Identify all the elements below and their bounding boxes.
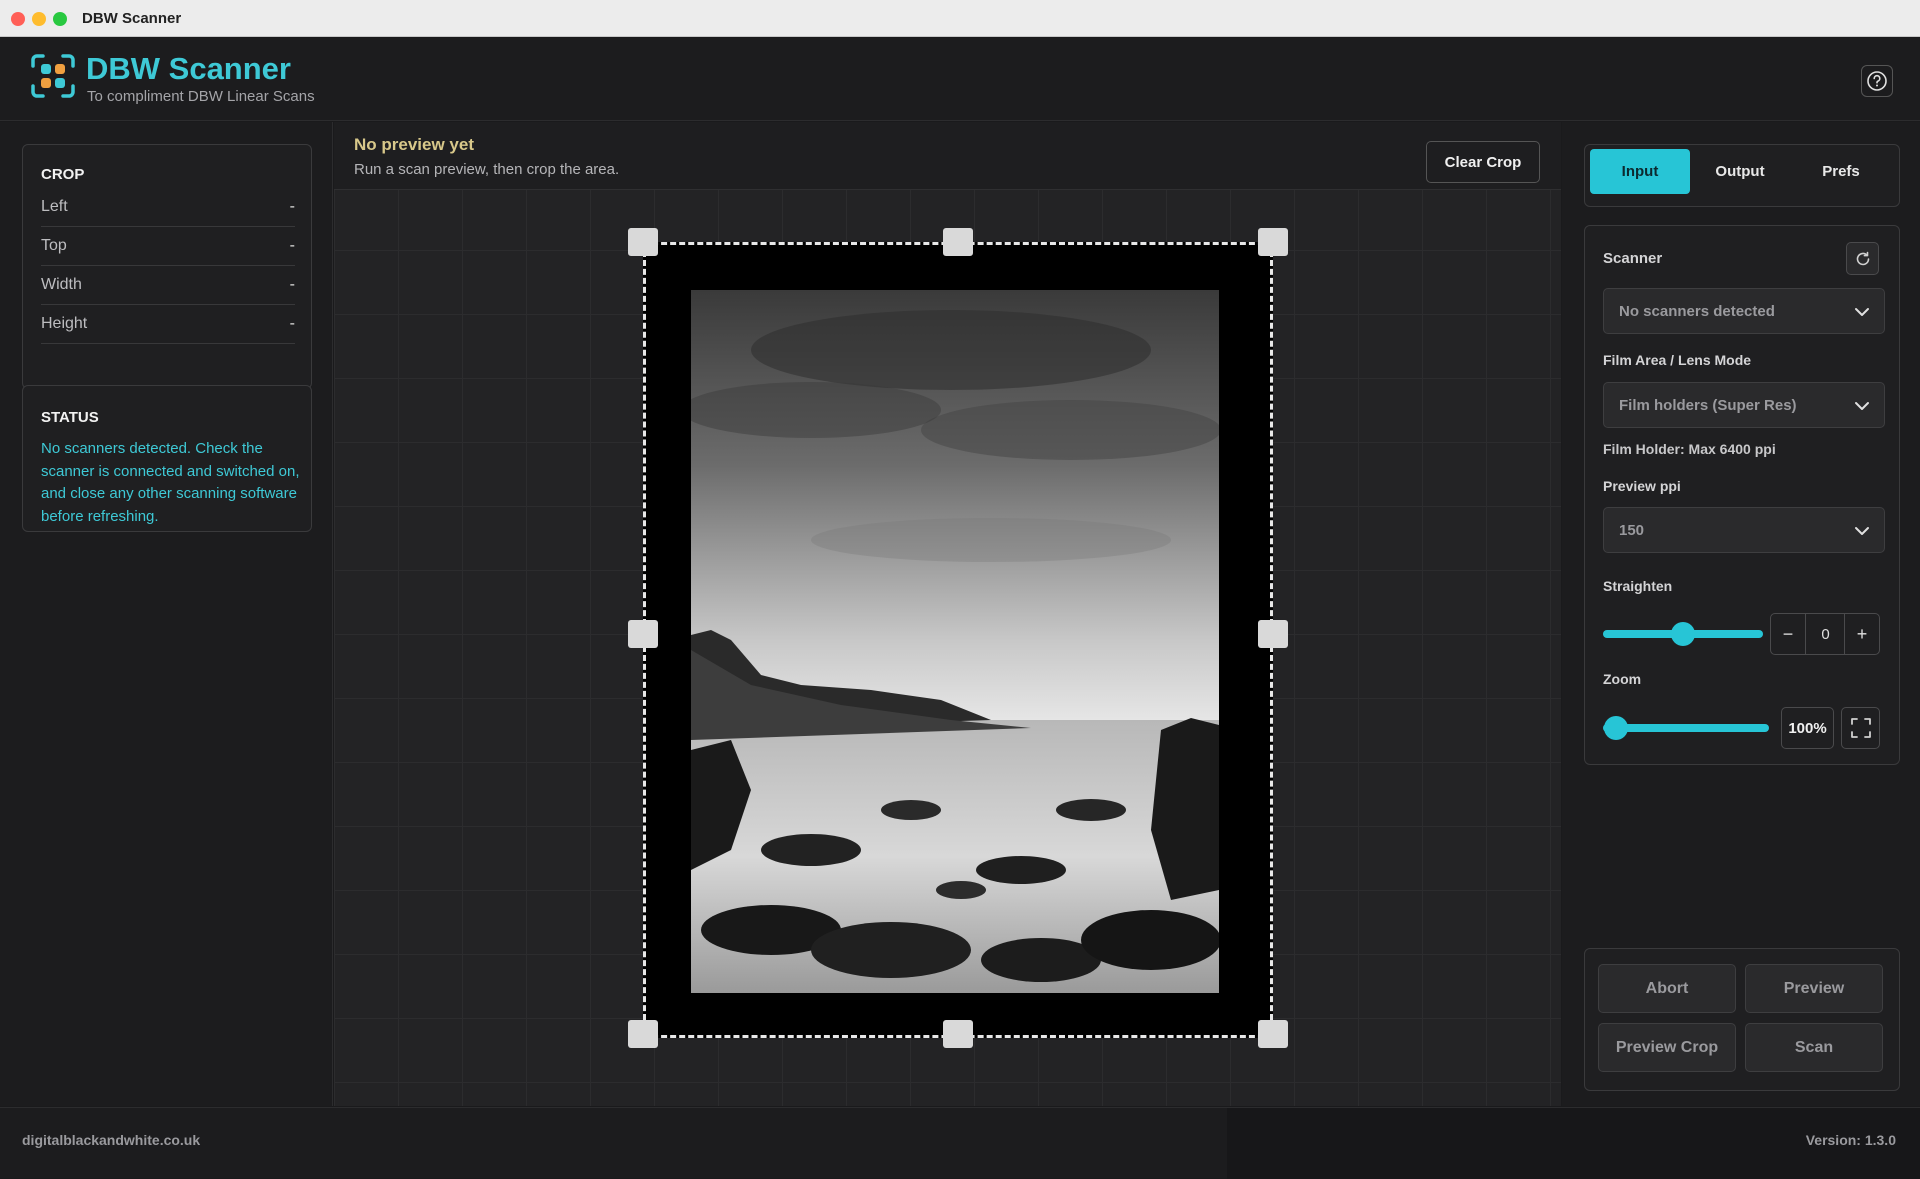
app-logo-icon (31, 54, 75, 98)
clear-crop-button[interactable]: Clear Crop (1426, 141, 1540, 183)
preview-crop-button[interactable]: Preview Crop (1598, 1023, 1736, 1072)
preview-subtitle: Run a scan preview, then crop the area. (354, 161, 620, 178)
straighten-stepper: − 0 + (1770, 613, 1880, 655)
scanner-label: Scanner (1603, 250, 1663, 267)
crop-handle-bottom[interactable] (943, 1020, 973, 1048)
crop-row-width: Width - (41, 266, 295, 305)
fullscreen-icon (1850, 718, 1871, 738)
app-title: DBW Scanner (86, 51, 291, 86)
straighten-slider-thumb[interactable] (1671, 622, 1695, 646)
crop-handle-bottom-left[interactable] (628, 1020, 658, 1048)
film-area-select[interactable]: Film holders (Super Res) (1603, 382, 1885, 428)
crop-value: - (289, 237, 295, 254)
chevron-down-icon (1855, 308, 1869, 316)
footer: digitalblackandwhite.co.uk Version: 1.3.… (0, 1107, 1920, 1179)
crop-selection[interactable] (643, 242, 1273, 1038)
preview-ppi-value: 150 (1619, 522, 1645, 539)
crop-title: CROP (41, 166, 85, 183)
preview-button[interactable]: Preview (1745, 964, 1883, 1013)
app-subtitle: To compliment DBW Linear Scans (87, 88, 315, 105)
status-message: No scanners detected. Check the scanner … (41, 440, 300, 525)
crop-row-top: Top - (41, 227, 295, 266)
fit-to-view-button[interactable] (1841, 707, 1880, 749)
status-title: STATUS (41, 409, 99, 426)
crop-handle-bottom-right[interactable] (1258, 1020, 1288, 1048)
crop-handle-right[interactable] (1258, 620, 1288, 648)
window-title: DBW Scanner (82, 10, 182, 27)
preview-ppi-label: Preview ppi (1603, 478, 1681, 494)
close-window-button[interactable] (11, 12, 25, 26)
question-circle-icon (1867, 71, 1887, 91)
crop-handle-left[interactable] (628, 620, 658, 648)
app-header: DBW Scanner To compliment DBW Linear Sca… (0, 38, 1920, 121)
crop-row-left: Left - (41, 188, 295, 227)
right-panel: Input Output Prefs Scanner No scanners d… (1562, 122, 1920, 1106)
tab-prefs[interactable]: Prefs (1791, 149, 1891, 194)
zoom-window-button[interactable] (53, 12, 67, 26)
film-area-label: Film Area / Lens Mode (1603, 352, 1752, 368)
straighten-increase-button[interactable]: + (1844, 614, 1879, 654)
scanner-select-value: No scanners detected (1619, 303, 1775, 320)
crop-label: Left (41, 198, 68, 215)
chevron-down-icon (1855, 402, 1869, 410)
window-titlebar: DBW Scanner (0, 0, 1920, 37)
crop-label: Height (41, 315, 88, 332)
straighten-value[interactable]: 0 (1807, 614, 1844, 654)
preview-header: No preview yet Run a scan preview, then … (334, 122, 1561, 190)
actions-card: Abort Preview Preview Crop Scan (1584, 948, 1900, 1091)
refresh-icon (1856, 251, 1869, 265)
zoom-label: Zoom (1603, 671, 1642, 687)
crop-value: - (289, 276, 295, 293)
left-panel: CROP Left - Top - Width - Height - STATU… (0, 122, 333, 1106)
crop-handle-top-right[interactable] (1258, 228, 1288, 256)
crop-value: - (289, 198, 295, 215)
crop-label: Top (41, 237, 67, 254)
abort-button[interactable]: Abort (1598, 964, 1736, 1013)
straighten-decrease-button[interactable]: − (1771, 614, 1806, 654)
tab-output[interactable]: Output (1690, 149, 1790, 194)
preview-title: No preview yet (354, 135, 474, 154)
zoom-value[interactable]: 100% (1781, 707, 1834, 749)
crop-card: CROP Left - Top - Width - Height - (22, 144, 312, 389)
website-link[interactable]: digitalblackandwhite.co.uk (22, 1132, 200, 1148)
straighten-label: Straighten (1603, 578, 1673, 594)
crop-handle-top[interactable] (943, 228, 973, 256)
zoom-slider-thumb[interactable] (1604, 716, 1628, 740)
film-area-select-value: Film holders (Super Res) (1619, 397, 1797, 414)
crop-label: Width (41, 276, 82, 293)
refresh-scanners-button[interactable] (1846, 242, 1879, 275)
crop-value: - (289, 315, 295, 332)
chevron-down-icon (1855, 527, 1869, 535)
minimize-window-button[interactable] (32, 12, 46, 26)
help-button[interactable] (1861, 65, 1893, 97)
tab-input[interactable]: Input (1590, 149, 1690, 194)
input-settings-card: Scanner No scanners detected Film Area /… (1584, 225, 1900, 765)
scanner-select[interactable]: No scanners detected (1603, 288, 1885, 334)
crop-handle-top-left[interactable] (628, 228, 658, 256)
scan-button[interactable]: Scan (1745, 1023, 1883, 1072)
version-label: Version: 1.3.0 (1805, 1132, 1896, 1148)
preview-area: No preview yet Run a scan preview, then … (334, 122, 1561, 1106)
status-card: STATUS No scanners detected. Check the s… (22, 385, 312, 532)
settings-tabs: Input Output Prefs (1584, 144, 1900, 207)
preview-ppi-select[interactable]: 150 (1603, 507, 1885, 553)
film-holder-info: Film Holder: Max 6400 ppi (1603, 441, 1776, 457)
crop-row-height: Height - (41, 305, 295, 344)
